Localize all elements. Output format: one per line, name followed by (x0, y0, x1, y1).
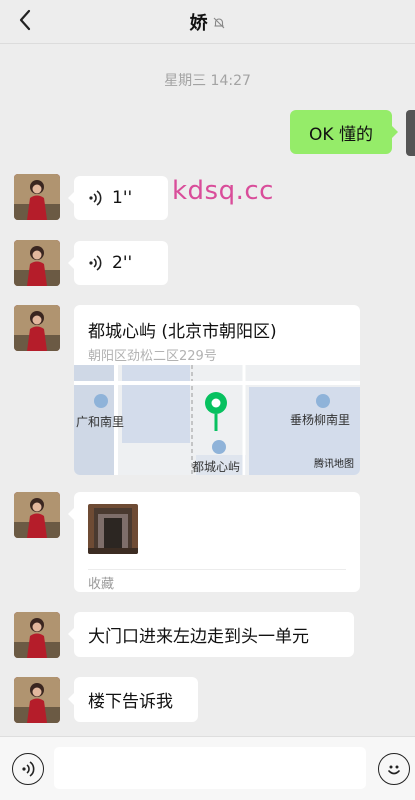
sent-text-bubble[interactable]: OK 懂的 (290, 110, 398, 154)
voice-wave-icon (89, 190, 102, 206)
contact-avatar[interactable] (14, 305, 60, 351)
received-text-bubble[interactable]: 楼下告诉我 (68, 677, 198, 722)
voice-message-bubble[interactable]: 2'' (68, 241, 168, 285)
input-bar (0, 736, 415, 800)
bell-off-icon (212, 15, 226, 29)
voice-wave-icon (89, 255, 102, 271)
message-timestamp: 星期三 14:27 (164, 73, 251, 89)
received-text: 大门口进来左边走到头一单元 (88, 627, 309, 647)
location-map[interactable]: 广和南里 垂杨柳南里 都城心屿 腾讯地图 (74, 365, 360, 475)
voice-duration: 1'' (112, 188, 133, 208)
favorite-thumbnail (88, 504, 138, 554)
my-avatar[interactable] (406, 110, 415, 156)
contact-avatar[interactable] (14, 240, 60, 286)
map-graphic: 广和南里 垂杨柳南里 都城心屿 腾讯地图 (74, 365, 360, 475)
favorite-divider (88, 569, 346, 570)
contact-avatar[interactable] (14, 174, 60, 220)
favorite-message-card[interactable]: 收藏 (68, 492, 360, 592)
location-address: 朝阳区劲松二区229号 (88, 349, 217, 364)
emoji-button[interactable] (378, 753, 410, 785)
voice-message-bubble[interactable]: 1'' (68, 176, 168, 220)
map-label-center: 都城心屿 (192, 460, 240, 474)
location-message-card[interactable]: 都城心屿 (北京市朝阳区) 朝阳区劲松二区229号 广和南里 垂杨柳南里 都城心… (74, 305, 360, 475)
received-text-bubble[interactable]: 大门口进来左边走到头一单元 (68, 612, 354, 657)
chevron-left-icon (19, 9, 31, 31)
message-input[interactable] (54, 747, 366, 789)
chat-title-wrap[interactable]: 娇 (190, 9, 226, 35)
back-button[interactable] (14, 8, 36, 32)
voice-duration: 2'' (112, 253, 133, 273)
emoji-icon (388, 765, 400, 775)
location-title: 都城心屿 (北京市朝阳区) (88, 322, 277, 342)
watermark-text: kdsq.cc (172, 176, 274, 206)
chat-title: 娇 (189, 12, 208, 34)
voice-toggle-button[interactable] (12, 753, 44, 785)
contact-avatar[interactable] (14, 492, 60, 538)
chat-header: 娇 (0, 0, 415, 44)
sent-text: OK 懂的 (309, 124, 373, 145)
map-label-right: 垂杨柳南里 (290, 412, 350, 427)
contact-avatar[interactable] (14, 612, 60, 658)
map-label-left: 广和南里 (76, 414, 124, 429)
favorite-label: 收藏 (88, 577, 115, 592)
received-text: 楼下告诉我 (88, 692, 173, 712)
map-provider: 腾讯地图 (314, 457, 354, 470)
voice-icon (22, 761, 35, 777)
contact-avatar[interactable] (14, 677, 60, 723)
